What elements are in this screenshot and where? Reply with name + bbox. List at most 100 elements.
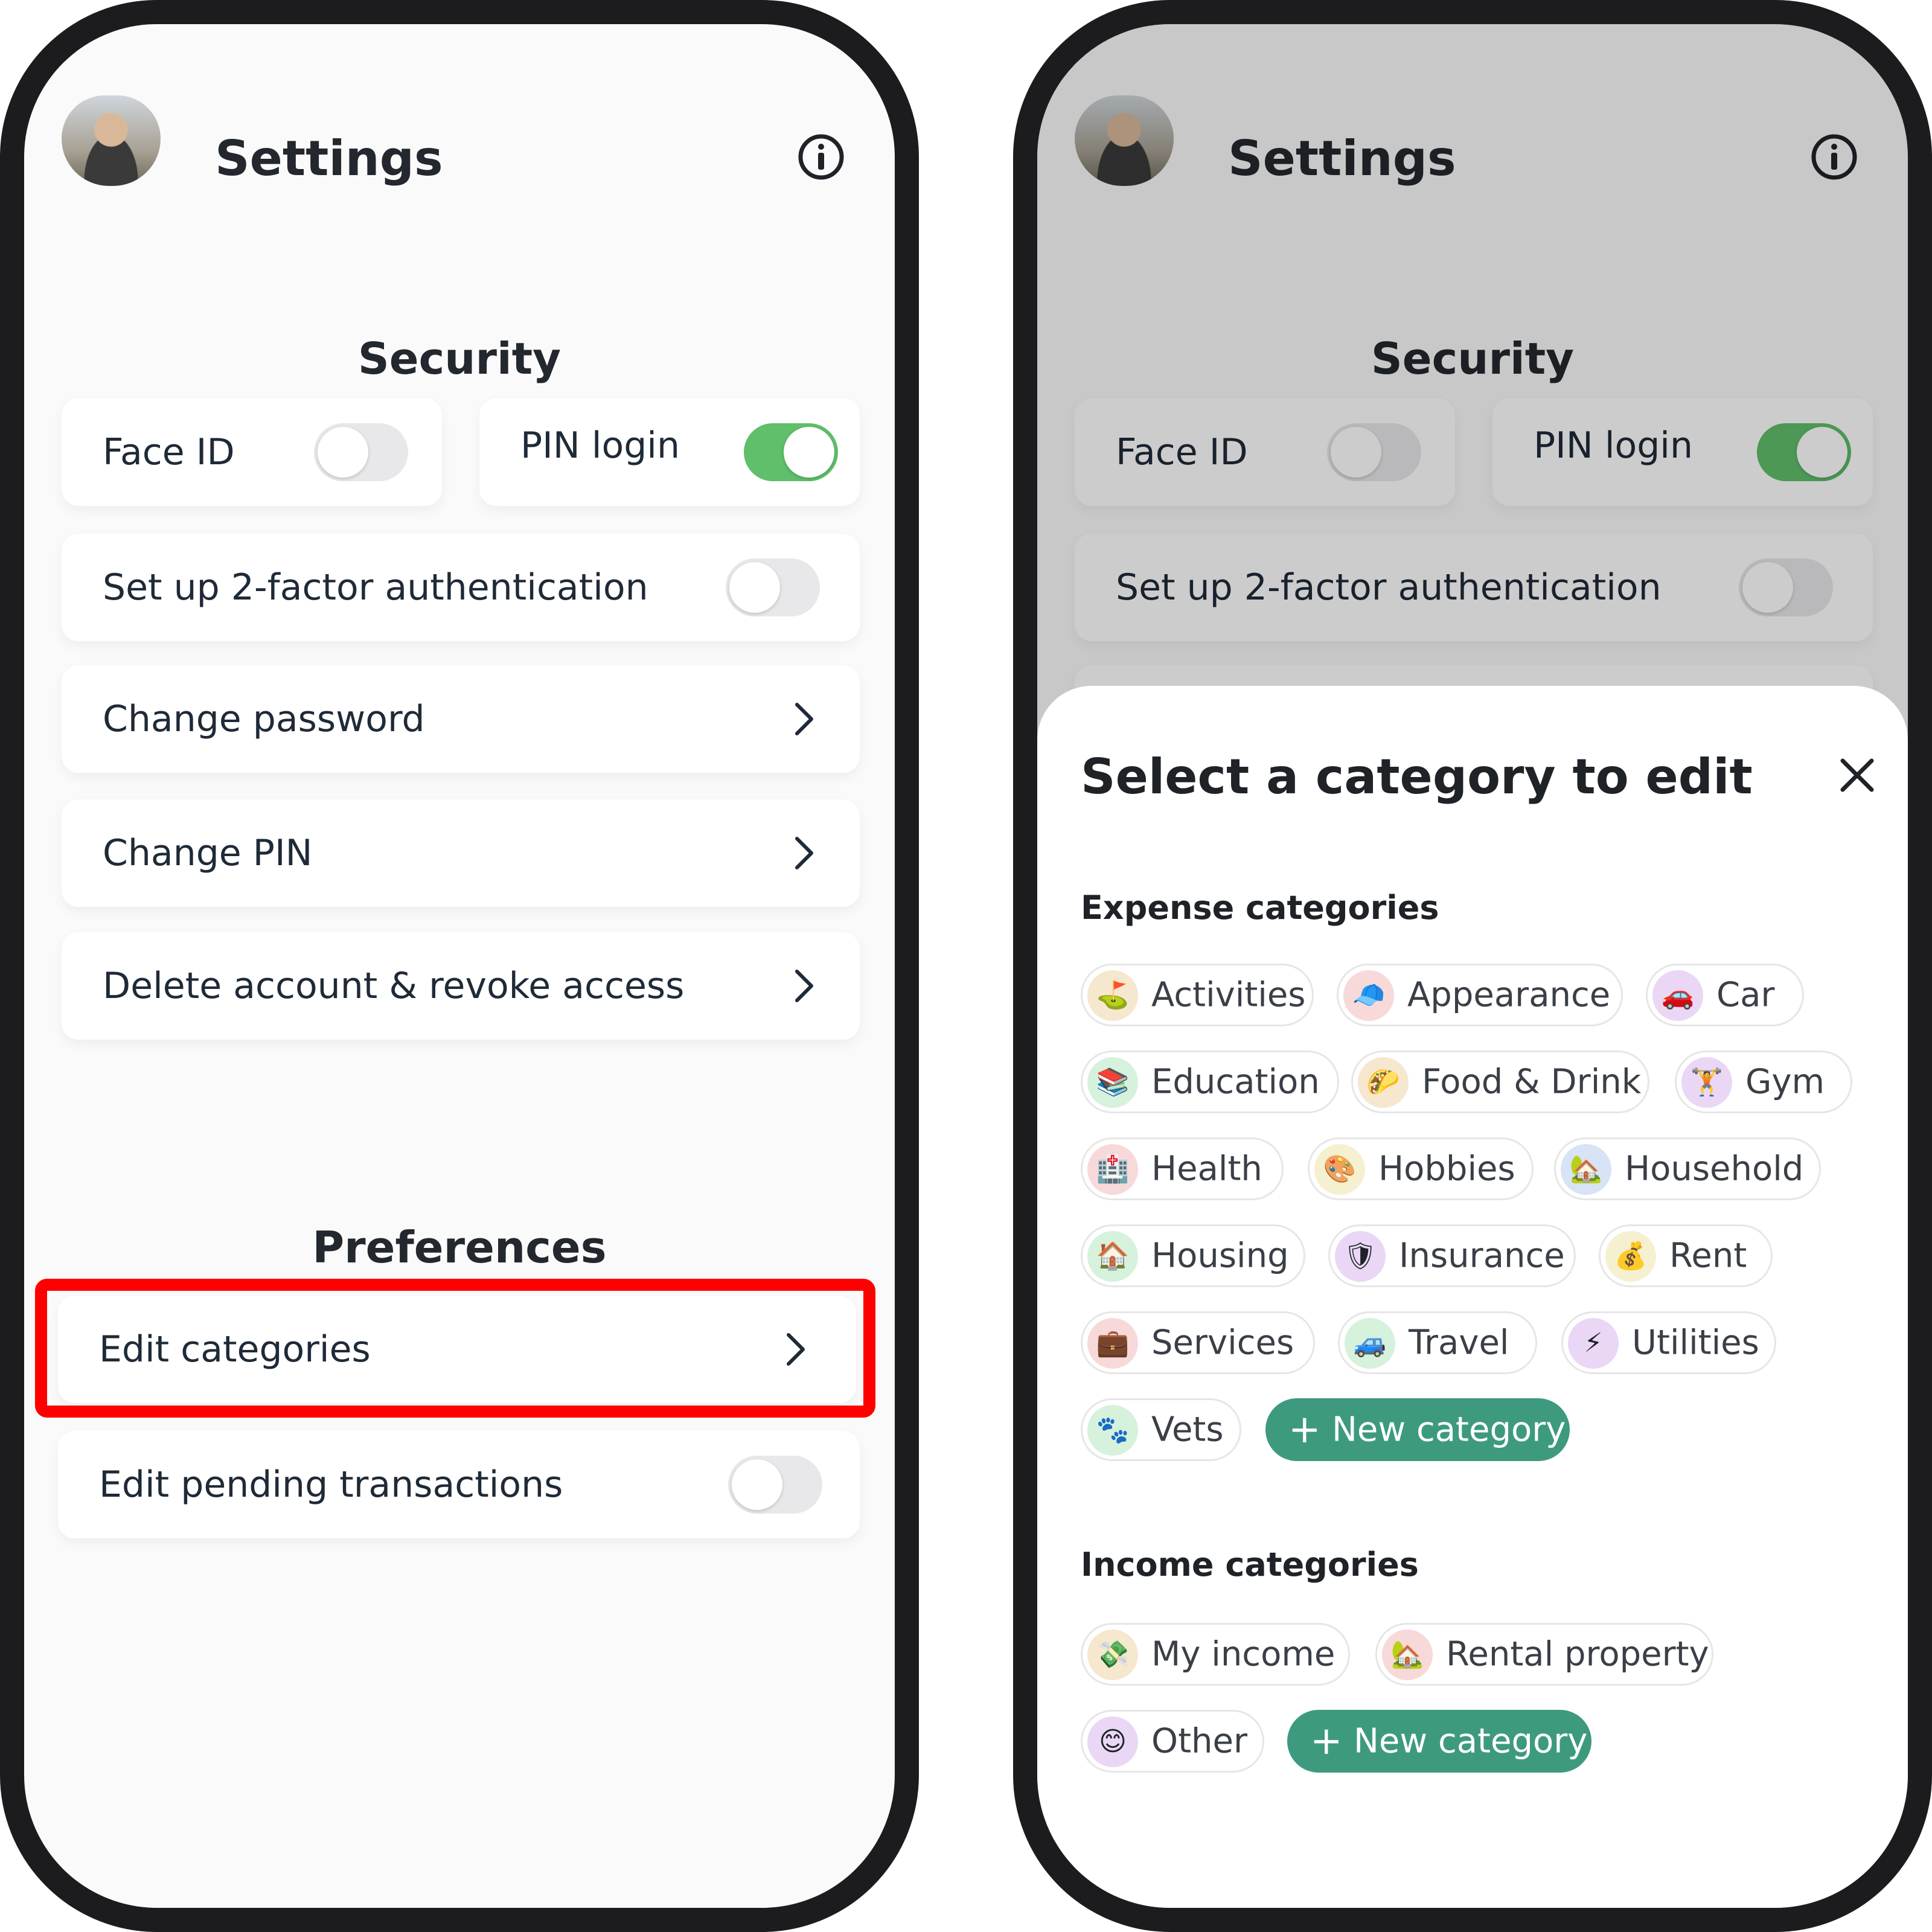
change-password-label: Change password: [103, 698, 425, 740]
toggle-knob: [732, 1459, 782, 1510]
toggle-knob: [318, 427, 368, 478]
food-drink-icon: 🌮: [1358, 1057, 1409, 1108]
housing-icon: 🏠: [1087, 1231, 1138, 1282]
category-chip[interactable]: 🚗 Car: [1646, 964, 1804, 1026]
category-chip[interactable]: 🏡 Household: [1554, 1137, 1821, 1200]
appearance-icon: 🧢: [1343, 970, 1394, 1021]
new-category-label: New category: [1354, 1721, 1588, 1761]
category-chip[interactable]: 🏥 Health: [1081, 1137, 1284, 1200]
change-pin-row[interactable]: Change PIN: [62, 799, 860, 907]
edit-pending-label: Edit pending transactions: [99, 1463, 563, 1506]
close-icon[interactable]: [1838, 756, 1876, 795]
income-icon: 💸: [1087, 1630, 1138, 1680]
chip-label: Rent: [1669, 1236, 1747, 1276]
chip-label: Housing: [1151, 1236, 1289, 1276]
settings-screen: Settings Security Face ID PIN login Set …: [24, 24, 895, 1908]
vets-icon: 🐾: [1087, 1405, 1138, 1456]
other-icon: 😊: [1087, 1716, 1138, 1767]
chevron-right-icon: [795, 970, 813, 1002]
chip-label: Other: [1151, 1721, 1248, 1761]
two-factor-label: Set up 2-factor authentication: [103, 566, 648, 609]
category-chip[interactable]: 🏋 Gym: [1675, 1051, 1852, 1113]
preferences-section-title: Preferences: [312, 1222, 607, 1273]
avatar[interactable]: [62, 95, 161, 186]
face-id-toggle[interactable]: [314, 423, 408, 481]
new-income-category-button[interactable]: + New category: [1287, 1710, 1591, 1773]
delete-account-row[interactable]: Delete account & revoke access: [62, 932, 860, 1040]
chip-label: Hobbies: [1378, 1149, 1515, 1189]
chip-label: My income: [1151, 1634, 1335, 1674]
category-chip[interactable]: 🏡 Rental property: [1375, 1623, 1713, 1686]
edit-pending-toggle[interactable]: [728, 1456, 822, 1514]
category-chip[interactable]: ⚡ Utilities: [1561, 1311, 1776, 1374]
chip-label: Travel: [1409, 1323, 1509, 1363]
category-chip[interactable]: 💸 My income: [1081, 1623, 1350, 1686]
activities-icon: ⛳: [1087, 970, 1138, 1021]
education-icon: 📚: [1087, 1057, 1138, 1108]
new-category-label: New category: [1332, 1410, 1566, 1450]
income-categories-title: Income categories: [1081, 1546, 1419, 1584]
two-factor-toggle[interactable]: [726, 558, 820, 616]
chevron-right-icon: [795, 837, 813, 869]
category-chip[interactable]: 🌮 Food & Drink: [1351, 1051, 1649, 1113]
pin-login-label: PIN login: [520, 424, 680, 467]
gym-icon: 🏋: [1681, 1057, 1732, 1108]
highlight-box: [35, 1279, 875, 1418]
insurance-icon: 🛡: [1335, 1231, 1386, 1282]
rental-property-icon: 🏡: [1382, 1630, 1433, 1680]
category-chip[interactable]: 💰 Rent: [1599, 1224, 1773, 1287]
category-chip[interactable]: 💼 Services: [1081, 1311, 1315, 1374]
expense-categories-title: Expense categories: [1081, 889, 1439, 927]
chip-label: Car: [1716, 975, 1775, 1015]
category-chip[interactable]: 🎨 Hobbies: [1308, 1137, 1534, 1200]
household-icon: 🏡: [1561, 1144, 1611, 1195]
health-icon: 🏥: [1087, 1144, 1138, 1195]
plus-icon: +: [1310, 1719, 1343, 1764]
chevron-right-icon: [795, 703, 813, 735]
chip-label: Vets: [1151, 1410, 1224, 1450]
travel-icon: 🚙: [1345, 1318, 1395, 1369]
utilities-icon: ⚡: [1568, 1318, 1619, 1369]
toggle-knob: [729, 562, 780, 613]
car-icon: 🚗: [1652, 970, 1703, 1021]
sheet-title: Select a category to edit: [1081, 749, 1753, 805]
category-chip[interactable]: 🚙 Travel: [1338, 1311, 1537, 1374]
category-chip[interactable]: 🏠 Housing: [1081, 1224, 1305, 1287]
category-chip[interactable]: 🐾 Vets: [1081, 1398, 1241, 1461]
chip-label: Appearance: [1407, 975, 1611, 1015]
phone-category-sheet: Settings Security Face ID PIN login Set …: [1013, 0, 1932, 1932]
pin-login-toggle[interactable]: [744, 423, 838, 481]
security-section-title: Security: [357, 333, 561, 384]
category-chip[interactable]: ⛳ Activities: [1081, 964, 1314, 1026]
toggle-knob: [784, 427, 834, 478]
face-id-label: Face ID: [103, 431, 235, 473]
delete-account-label: Delete account & revoke access: [103, 965, 685, 1007]
category-chip[interactable]: 🧢 Appearance: [1337, 964, 1623, 1026]
chip-label: Insurance: [1399, 1236, 1565, 1276]
chip-label: Activities: [1151, 975, 1306, 1015]
plus-icon: +: [1288, 1407, 1321, 1452]
category-chip[interactable]: 🛡 Insurance: [1328, 1224, 1576, 1287]
hobbies-icon: 🎨: [1314, 1144, 1365, 1195]
page-title: Settings: [215, 130, 443, 187]
new-expense-category-button[interactable]: + New category: [1265, 1398, 1570, 1461]
chip-label: Food & Drink: [1422, 1062, 1642, 1102]
chip-label: Health: [1151, 1149, 1262, 1189]
chip-label: Household: [1625, 1149, 1804, 1189]
category-chip[interactable]: 😊 Other: [1081, 1710, 1264, 1773]
chip-label: Education: [1151, 1062, 1320, 1102]
info-icon[interactable]: [797, 133, 845, 181]
chip-label: Rental property: [1446, 1634, 1709, 1674]
services-icon: 💼: [1087, 1318, 1138, 1369]
category-chip[interactable]: 📚 Education: [1081, 1051, 1339, 1113]
pin-login-card: PIN login: [479, 398, 860, 506]
edit-pending-card: Edit pending transactions: [58, 1431, 860, 1538]
two-factor-card: Set up 2-factor authentication: [62, 534, 860, 641]
chip-label: Services: [1151, 1323, 1294, 1363]
settings-screen-dimmed: Settings Security Face ID PIN login Set …: [1037, 24, 1908, 1908]
rent-icon: 💰: [1605, 1231, 1656, 1282]
chip-label: Gym: [1745, 1062, 1825, 1102]
phone-settings: Settings Security Face ID PIN login Set …: [0, 0, 919, 1932]
chip-label: Utilities: [1632, 1323, 1759, 1363]
change-password-row[interactable]: Change password: [62, 665, 860, 773]
